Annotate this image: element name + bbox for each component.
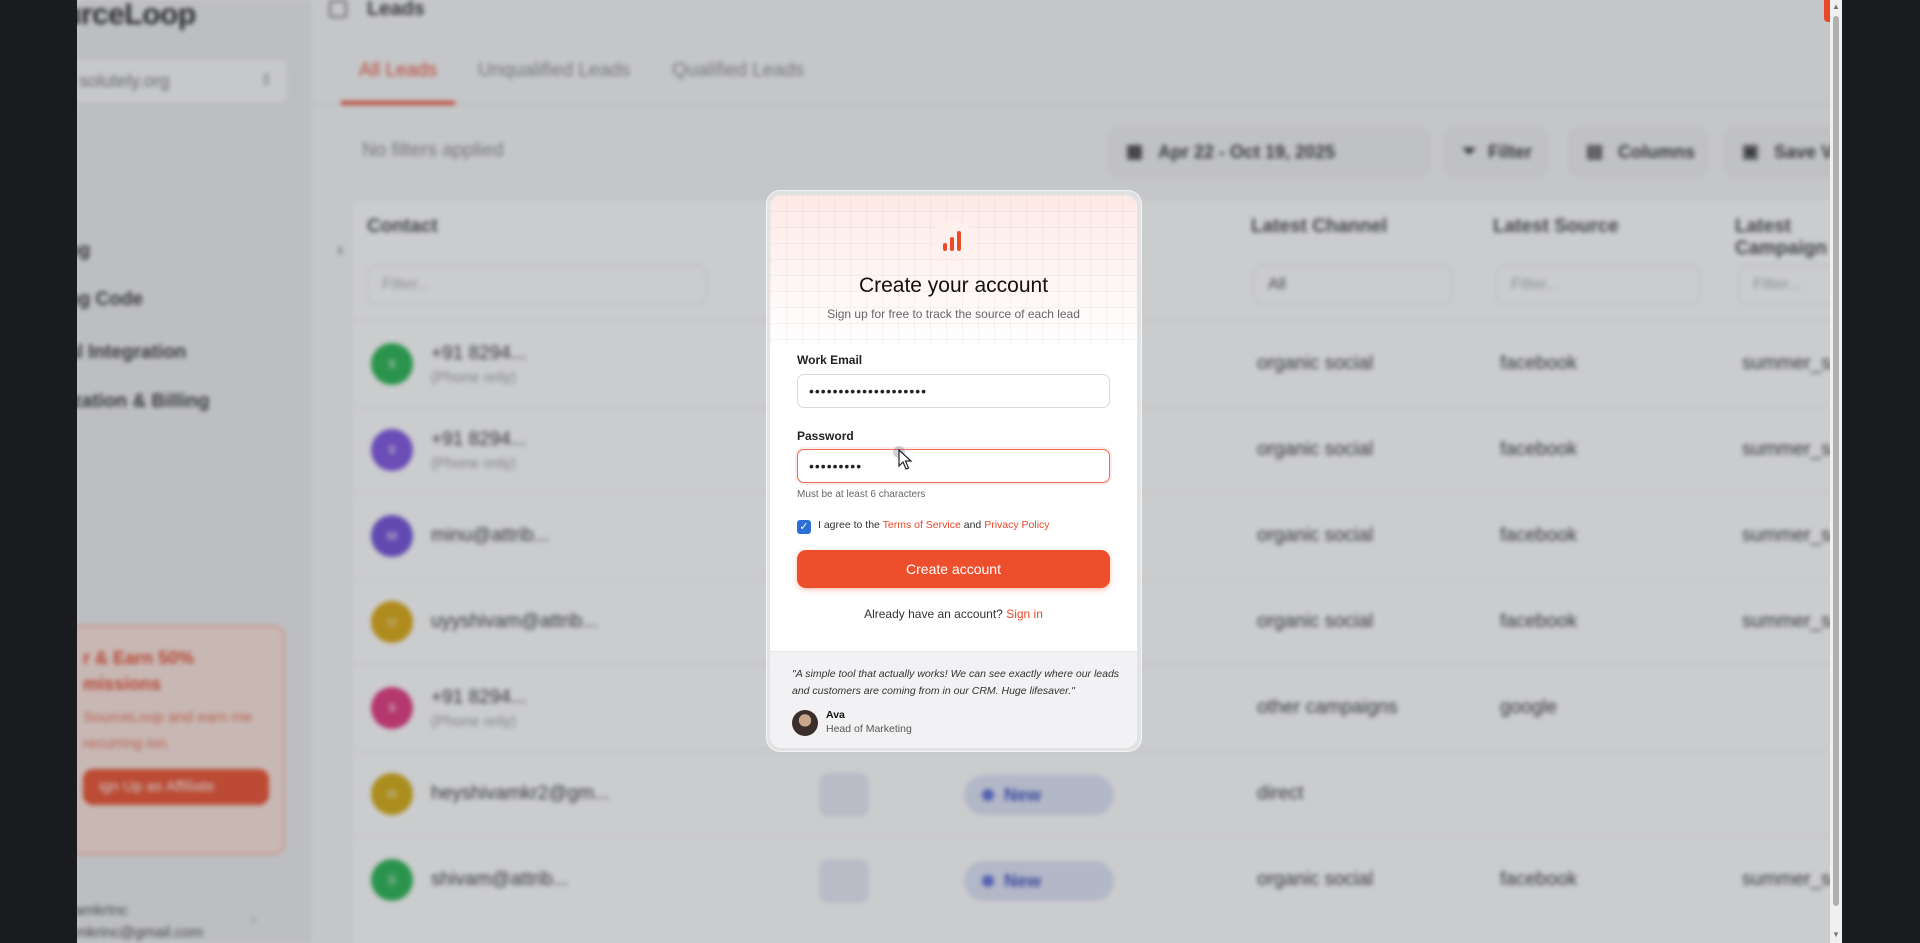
agree-and: and xyxy=(963,519,982,531)
scrollbar-thumb[interactable] xyxy=(1833,16,1839,906)
modal-subtitle: Sign up for free to track the source of … xyxy=(827,307,1080,321)
modal-title: Create your account xyxy=(858,274,1049,297)
mouse-cursor-icon xyxy=(893,446,913,470)
signup-modal: Create your account Sign up for free to … xyxy=(770,195,1137,748)
avatar xyxy=(792,710,818,736)
signin-prompt: Already have an account? xyxy=(864,607,1003,621)
signin-link[interactable]: Sign in xyxy=(1006,607,1043,621)
agree-prefix: I agree to the xyxy=(818,519,880,531)
terms-link[interactable]: Terms of Service xyxy=(883,519,961,531)
testimonial-role: Head of Marketing xyxy=(826,723,912,735)
signin-row: Already have an account? Sign in xyxy=(770,607,1137,621)
testimonial-name: Ava xyxy=(826,709,845,721)
password-field[interactable]: ••••••••• xyxy=(797,449,1110,483)
testimonial-quote: "A simple tool that actually works! We c… xyxy=(792,668,1120,697)
agree-checkbox[interactable]: ✓ xyxy=(797,520,811,534)
scroll-up-icon[interactable]: ▲ xyxy=(1832,2,1840,11)
testimonial: "A simple tool that actually works! We c… xyxy=(770,651,1137,748)
privacy-link[interactable]: Privacy Policy xyxy=(984,519,1049,531)
modal-header-bg xyxy=(770,195,1137,345)
email-label: Work Email xyxy=(797,353,863,367)
scroll-down-icon[interactable]: ▼ xyxy=(1832,930,1840,939)
password-hint: Must be at least 6 characters xyxy=(797,489,926,500)
create-account-button[interactable]: Create account xyxy=(797,550,1110,588)
agree-text: I agree to the Terms of Service and Priv… xyxy=(818,519,1050,531)
scrollbar[interactable]: ▲ ▼ xyxy=(1830,0,1842,943)
password-label: Password xyxy=(797,429,854,443)
bar-chart-icon xyxy=(934,223,970,259)
email-field[interactable]: •••••••••••••••••••• xyxy=(797,374,1110,408)
